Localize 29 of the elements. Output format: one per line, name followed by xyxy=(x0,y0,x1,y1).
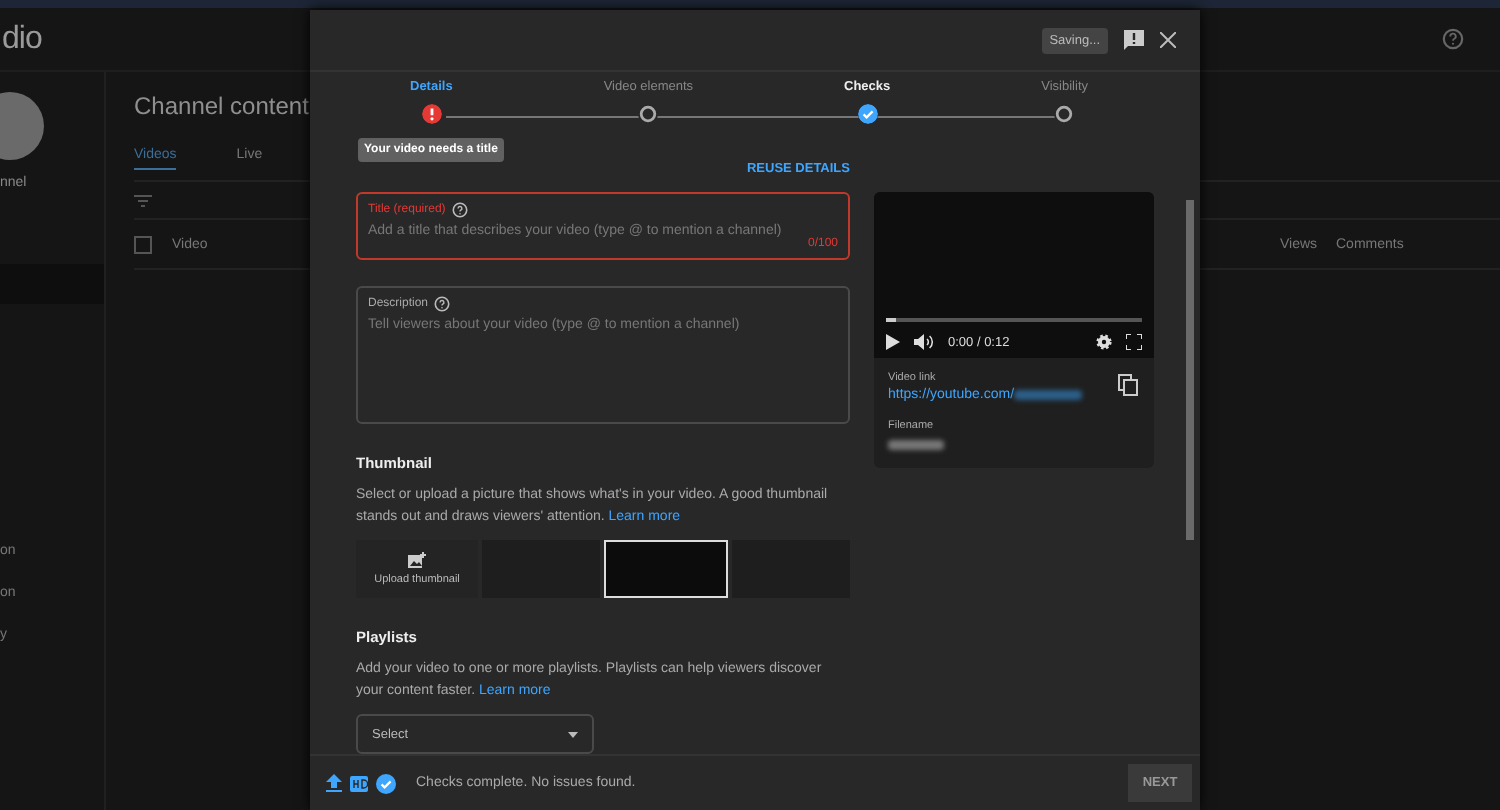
filter-icon[interactable] xyxy=(134,193,152,207)
logo-text: dio xyxy=(2,21,42,57)
step-circle-icon[interactable] xyxy=(638,104,659,124)
add-image-icon xyxy=(408,551,426,568)
thumbnail-option[interactable] xyxy=(482,539,601,599)
dropdown-arrow-icon xyxy=(568,731,578,738)
thumbnail-option[interactable] xyxy=(604,539,728,599)
copy-icon[interactable] xyxy=(1118,374,1138,396)
upload-icon[interactable] xyxy=(326,774,342,792)
check-icon[interactable] xyxy=(376,773,396,793)
step-circle-icon[interactable] xyxy=(1054,104,1075,124)
close-icon[interactable] xyxy=(1160,32,1176,48)
thumbnail-option[interactable] xyxy=(731,539,850,599)
page-heading: Channel content xyxy=(134,92,309,120)
redacted-text xyxy=(1014,390,1083,400)
fullscreen-icon[interactable] xyxy=(1126,334,1142,350)
checkbox[interactable] xyxy=(134,235,152,253)
feedback-icon[interactable] xyxy=(1124,30,1144,50)
error-icon[interactable] xyxy=(421,104,442,124)
scrollbar[interactable] xyxy=(1186,200,1194,540)
help-icon[interactable] xyxy=(1442,28,1464,50)
help-icon[interactable] xyxy=(451,202,468,218)
check-icon[interactable] xyxy=(857,104,878,124)
volume-icon[interactable] xyxy=(914,334,934,350)
redacted-text xyxy=(888,440,944,450)
settings-icon[interactable] xyxy=(1096,334,1112,350)
hd-icon[interactable] xyxy=(350,775,368,791)
help-icon[interactable] xyxy=(434,296,451,312)
play-icon[interactable] xyxy=(886,334,900,350)
